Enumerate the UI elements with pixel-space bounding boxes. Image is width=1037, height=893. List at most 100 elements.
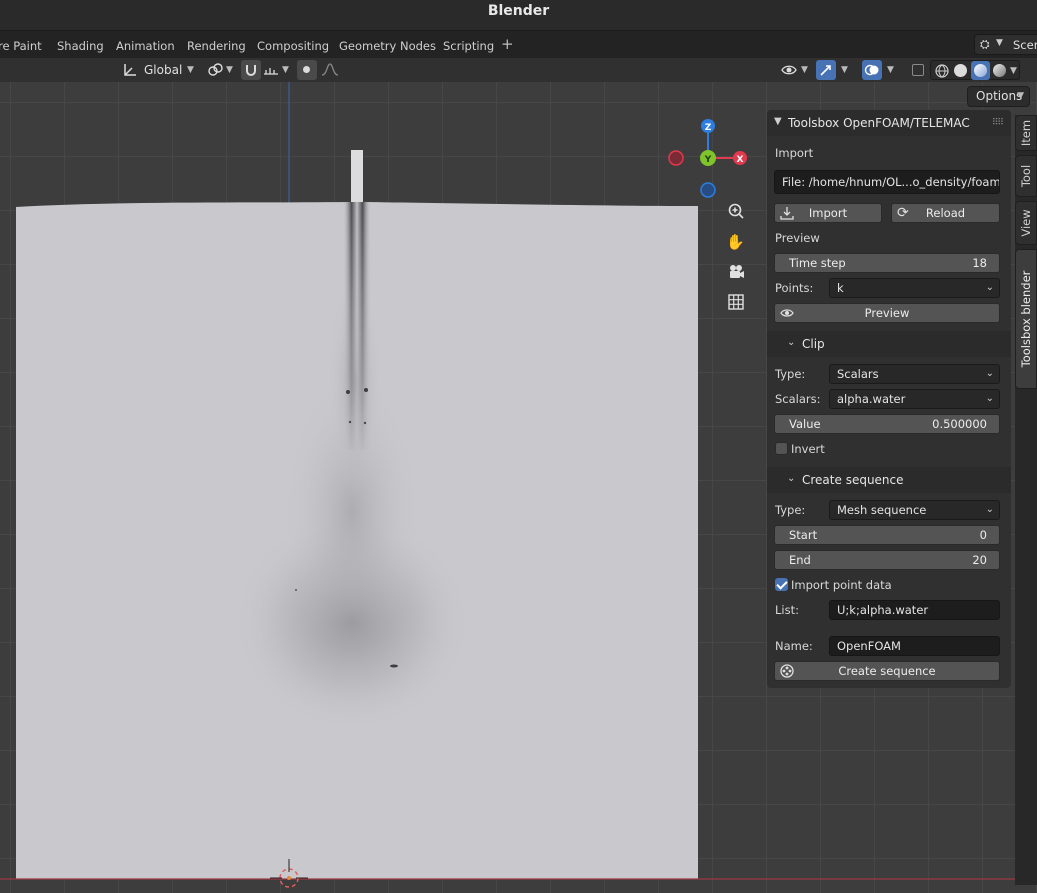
tab-geometry-nodes[interactable]: Geometry Nodes: [339, 39, 436, 53]
gizmo-y-label: Y: [704, 155, 712, 165]
tab-compositing[interactable]: Compositing: [257, 39, 329, 53]
overlays-toggle[interactable]: [862, 60, 882, 80]
transform-orientation-dropdown[interactable]: Global ▼: [118, 60, 198, 80]
hand-icon: ✋: [726, 233, 745, 251]
chevron-down-icon: ▼: [774, 116, 782, 127]
tab-scripting[interactable]: Scripting: [443, 39, 494, 53]
xray-icon: [912, 64, 924, 76]
scalars-dropdown[interactable]: alpha.water ⌄: [829, 389, 1000, 409]
visibility-dropdown[interactable]: ▼: [780, 60, 810, 80]
proportional-editing-toggle[interactable]: [297, 60, 317, 80]
scalars-value: alpha.water: [837, 392, 906, 406]
end-frame-field[interactable]: End 20: [774, 550, 1000, 570]
chevron-down-icon: ▼: [187, 65, 194, 75]
invert-checkbox[interactable]: [775, 442, 788, 455]
points-label: Points:: [775, 281, 814, 295]
window-title: Blender: [487, 3, 550, 19]
wireframe-shading-button[interactable]: [934, 63, 950, 79]
tab-toolsbox-blender[interactable]: Toolsbox blender: [1015, 249, 1037, 389]
tab-shading[interactable]: Shading: [57, 39, 104, 53]
proportional-icon: [303, 66, 310, 73]
proportional-falloff-dropdown[interactable]: [318, 60, 348, 80]
scene-selector[interactable]: ⛭ ▼ Scen: [974, 34, 1037, 55]
list-input[interactable]: U;k;alpha.water: [829, 600, 1000, 620]
chevron-down-icon: ⌄: [985, 504, 994, 515]
scene-icon: ⛭: [980, 37, 990, 51]
chevron-down-icon: ⌄: [787, 473, 796, 484]
points-dropdown[interactable]: k ⌄: [829, 278, 1000, 298]
chevron-down-icon: ▼: [887, 65, 894, 75]
orientation-axes-icon: [124, 64, 136, 76]
import-point-data-checkbox[interactable]: [775, 578, 788, 591]
overlays-icon: [864, 64, 879, 76]
create-sequence-button[interactable]: Create sequence: [774, 661, 1000, 681]
pan-button[interactable]: ✋: [722, 229, 749, 256]
create-sequence-button-label: Create sequence: [838, 664, 936, 678]
solid-shading-button[interactable]: [954, 64, 967, 77]
import-button[interactable]: Import: [774, 203, 882, 223]
navigation-gizmo[interactable]: Z Y X: [663, 114, 753, 204]
gizmo-x-label: X: [737, 155, 744, 165]
clip-type-dropdown[interactable]: Scalars ⌄: [829, 364, 1000, 384]
end-value: 20: [972, 553, 987, 567]
overlays-dropdown[interactable]: ▼: [884, 60, 900, 80]
material-preview-button[interactable]: [971, 61, 990, 80]
sequence-type-value: Mesh sequence: [837, 503, 927, 517]
tab-animation[interactable]: Animation: [116, 39, 175, 53]
sequence-type-dropdown[interactable]: Mesh sequence ⌄: [829, 500, 1000, 520]
chevron-down-icon[interactable]: ▼: [1010, 61, 1017, 81]
preview-button-label: Preview: [864, 306, 910, 320]
workspace-tabs-bar: re Paint Shading Animation Rendering Com…: [0, 30, 1037, 58]
snap-toggle[interactable]: [241, 60, 261, 80]
add-workspace-button[interactable]: +: [501, 35, 514, 53]
zoom-icon: [728, 203, 744, 219]
camera-view-button[interactable]: [722, 259, 749, 286]
viewport-header: Global ▼ ▼ ▼ ▼ ▼ ▼ ▼: [0, 58, 1037, 82]
drag-handle-icon[interactable]: ⠿⠿: [992, 118, 1004, 128]
sidebar-tabs: Item Tool View Toolsbox blender: [1015, 115, 1037, 885]
import-point-data-label: Import point data: [791, 578, 892, 592]
gizmo-z-label: Z: [705, 123, 712, 133]
end-label: End: [789, 553, 811, 567]
create-sequence-header-label: Create sequence: [802, 473, 904, 487]
title-bar: Blender: [0, 0, 1037, 30]
tab-item[interactable]: Item: [1015, 115, 1037, 151]
pivot-icon: [208, 63, 223, 76]
gizmo-toggle[interactable]: [816, 60, 836, 80]
panel-header[interactable]: ▼ Toolsbox OpenFOAM/TELEMAC ⠿⠿: [767, 110, 1011, 136]
scene-name: Scen: [1013, 38, 1037, 52]
grid-icon: [727, 294, 744, 310]
tab-view[interactable]: View: [1015, 201, 1037, 245]
preview-button[interactable]: Preview: [774, 303, 1000, 323]
clip-subpanel-header[interactable]: ⌄ Clip: [767, 331, 1011, 357]
chevron-down-icon: ▼: [1017, 91, 1024, 101]
gizmo-dropdown[interactable]: ▼: [838, 60, 854, 80]
tab-texture-paint[interactable]: re Paint: [0, 39, 42, 53]
create-sequence-subpanel-header[interactable]: ⌄ Create sequence: [767, 467, 1011, 493]
options-dropdown[interactable]: Options ▼: [967, 86, 1030, 107]
tab-rendering[interactable]: Rendering: [187, 39, 246, 53]
pivot-point-dropdown[interactable]: ▼: [205, 60, 235, 80]
tab-tool[interactable]: Tool: [1015, 155, 1037, 197]
falloff-curve-icon: [321, 63, 339, 76]
file-path-field[interactable]: File: /home/hnum/OL...o_density/foam.foa…: [774, 170, 1000, 194]
material-sphere-icon: [974, 64, 987, 77]
import-button-label: Import: [808, 206, 848, 220]
xray-toggle[interactable]: [908, 60, 928, 80]
3d-viewport[interactable]: Z Y X ✋ Options ▼ Item Tool View Toolsbo…: [0, 82, 1037, 893]
time-step-label: Time step: [789, 256, 846, 270]
clip-value-field[interactable]: Value 0.500000: [774, 414, 1000, 434]
sequence-type-label: Type:: [775, 503, 806, 517]
panel-title: Toolsbox OpenFOAM/TELEMAC: [788, 116, 970, 130]
zoom-button[interactable]: [722, 198, 749, 225]
name-input[interactable]: OpenFOAM: [829, 636, 1000, 656]
time-step-slider[interactable]: Time step 18: [774, 253, 1000, 273]
gizmo-icon: [820, 65, 831, 76]
snap-target-dropdown[interactable]: ▼: [262, 60, 292, 80]
shading-mode-group: ▼: [930, 60, 1020, 80]
start-frame-field[interactable]: Start 0: [774, 525, 1000, 545]
perspective-toggle-button[interactable]: [722, 289, 749, 316]
reload-button[interactable]: ⟳ Reload: [891, 203, 1000, 223]
rendered-shading-button[interactable]: [993, 64, 1006, 77]
magnet-icon: [246, 65, 256, 76]
